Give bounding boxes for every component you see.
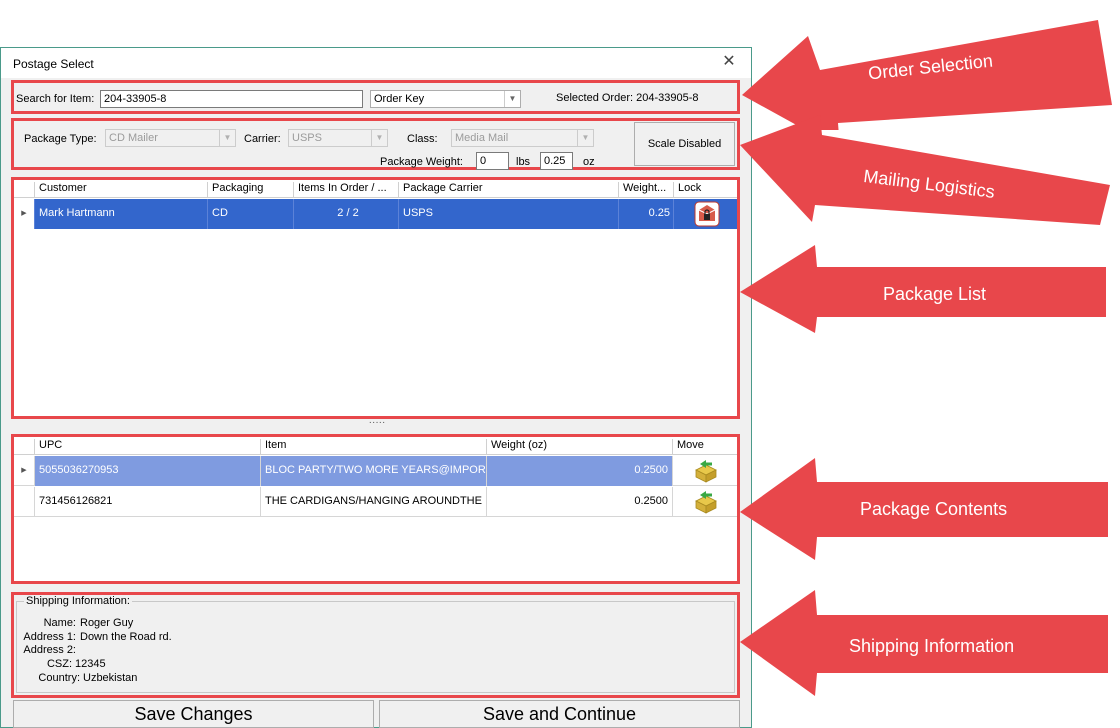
order-selection-section: Search for Item: Order Key ▼ Selected Or…	[11, 80, 740, 114]
col-move[interactable]: Move	[672, 439, 737, 455]
country-value: Uzbekistan	[83, 672, 138, 684]
package-lock-icon[interactable]	[694, 201, 720, 227]
window-title: Postage Select	[13, 57, 94, 71]
col-packaging[interactable]: Packaging	[207, 182, 293, 198]
chevron-down-icon[interactable]: ▼	[504, 91, 520, 107]
chevron-down-icon: ▼	[219, 130, 235, 146]
cell-weight-oz: 0.2500	[486, 456, 672, 486]
close-icon[interactable]: ✕	[719, 53, 739, 73]
package-list-grid: Customer Packaging Items In Order / ... …	[14, 180, 737, 416]
lbs-input[interactable]	[476, 152, 509, 170]
oz-input[interactable]	[540, 152, 573, 170]
col-items-in-order[interactable]: Items In Order / ...	[293, 182, 398, 198]
scale-disabled-label: Scale Disabled	[647, 138, 722, 150]
key-select-value: Order Key	[374, 93, 425, 105]
row-indicator-icon: ▶	[21, 467, 27, 474]
country-label: Country:	[38, 672, 80, 684]
address2-label: Address 2:	[23, 644, 76, 656]
callout-label: Package Contents	[860, 499, 1008, 519]
package-contents-header: UPC Item Weight (oz) Move	[14, 437, 737, 455]
callout-package-contents: Package Contents	[740, 455, 1120, 560]
csz-label: CSZ:	[46, 658, 72, 670]
carrier-label: Carrier:	[244, 133, 281, 145]
table-row[interactable]: 731456126821 THE CARDIGANS/HANGING AROUN…	[14, 487, 737, 517]
col-package-carrier[interactable]: Package Carrier	[398, 182, 618, 198]
save-and-continue-button[interactable]: Save and Continue	[379, 700, 740, 728]
cell-items-in-order: 2 / 2	[293, 199, 398, 229]
cell-item: THE CARDIGANS/HANGING AROUNDTHE ...	[260, 487, 486, 517]
cell-upc: 5055036270953	[34, 456, 260, 486]
callout-mailing-logistics: Mailing Logistics	[740, 110, 1120, 230]
package-weight-label: Package Weight:	[380, 156, 463, 168]
cell-upc: 731456126821	[34, 487, 260, 517]
cell-weight: 0.25	[618, 199, 673, 229]
col-weight-oz[interactable]: Weight (oz)	[486, 439, 672, 455]
cell-lock	[673, 199, 737, 229]
key-select[interactable]: Order Key ▼	[370, 90, 521, 108]
cell-item: BLOC PARTY/TWO MORE YEARS@IMPOR...	[260, 456, 486, 486]
package-list-section: Customer Packaging Items In Order / ... …	[11, 177, 740, 419]
class-select[interactable]: Media Mail ▼	[451, 129, 594, 147]
col-upc[interactable]: UPC	[34, 439, 260, 455]
carrier-value: USPS	[292, 132, 322, 144]
scale-disabled-button[interactable]: Scale Disabled	[634, 122, 735, 166]
callout-shipping-information: Shipping Information	[740, 590, 1120, 700]
carrier-select[interactable]: USPS ▼	[288, 129, 388, 147]
cell-weight-oz: 0.2500	[486, 487, 672, 517]
class-value: Media Mail	[455, 132, 509, 144]
shipping-information-section: Shipping Information: Name: Roger Guy Ad…	[11, 592, 740, 698]
table-row[interactable]: ▶ 5055036270953 BLOC PARTY/TWO MORE YEAR…	[14, 456, 737, 486]
mailing-logistics-section: Package Type: CD Mailer ▼ Carrier: USPS …	[11, 118, 740, 170]
package-contents-section: UPC Item Weight (oz) Move ▶ 505503627095…	[11, 434, 740, 584]
csz-value: 12345	[75, 658, 106, 670]
name-value: Roger Guy	[80, 617, 134, 629]
search-input[interactable]	[100, 90, 363, 108]
oz-unit-label: oz	[583, 156, 595, 168]
save-changes-button[interactable]: Save Changes	[13, 700, 374, 728]
col-lock[interactable]: Lock	[673, 182, 737, 198]
move-item-icon[interactable]	[693, 458, 719, 484]
package-type-value: CD Mailer	[109, 132, 158, 144]
table-row[interactable]: ▶ Mark Hartmann CD 2 / 2 USPS 0.25	[14, 199, 737, 229]
arrow-shape	[740, 115, 1110, 225]
cell-move	[672, 487, 737, 517]
callout-label: Shipping Information	[849, 636, 1015, 656]
col-item[interactable]: Item	[260, 439, 486, 455]
selected-order-label: Selected Order: 204-33905-8	[556, 92, 699, 104]
callout-package-list: Package List	[740, 245, 1120, 335]
class-label: Class:	[407, 133, 438, 145]
row-indicator-icon: ▶	[14, 199, 34, 229]
callout-label: Package List	[883, 284, 987, 304]
col-weight[interactable]: Weight...	[618, 182, 673, 198]
package-type-select[interactable]: CD Mailer ▼	[105, 129, 236, 147]
chevron-down-icon: ▼	[371, 130, 387, 146]
package-type-label: Package Type:	[24, 133, 97, 145]
title-bar: Postage Select ✕	[1, 48, 751, 78]
lbs-unit-label: lbs	[516, 156, 531, 168]
splitter-handle[interactable]: ·····	[367, 418, 387, 428]
address1-label: Address 1:	[23, 631, 76, 643]
move-item-icon[interactable]	[693, 489, 719, 515]
chevron-down-icon: ▼	[577, 130, 593, 146]
name-label: Name:	[43, 617, 76, 629]
package-list-header: Customer Packaging Items In Order / ... …	[14, 180, 737, 198]
cell-package-carrier: USPS	[398, 199, 618, 229]
col-customer[interactable]: Customer	[34, 182, 207, 198]
cell-packaging: CD	[207, 199, 293, 229]
package-contents-grid: UPC Item Weight (oz) Move ▶ 505503627095…	[14, 437, 737, 581]
address1-value: Down the Road rd.	[80, 631, 172, 643]
search-label: Search for Item:	[16, 93, 95, 105]
cell-customer: Mark Hartmann	[34, 199, 207, 229]
shipping-legend: Shipping Information:	[24, 595, 132, 607]
cell-move	[672, 456, 737, 486]
postage-select-dialog: Postage Select ✕ Search for Item: Order …	[0, 47, 752, 728]
